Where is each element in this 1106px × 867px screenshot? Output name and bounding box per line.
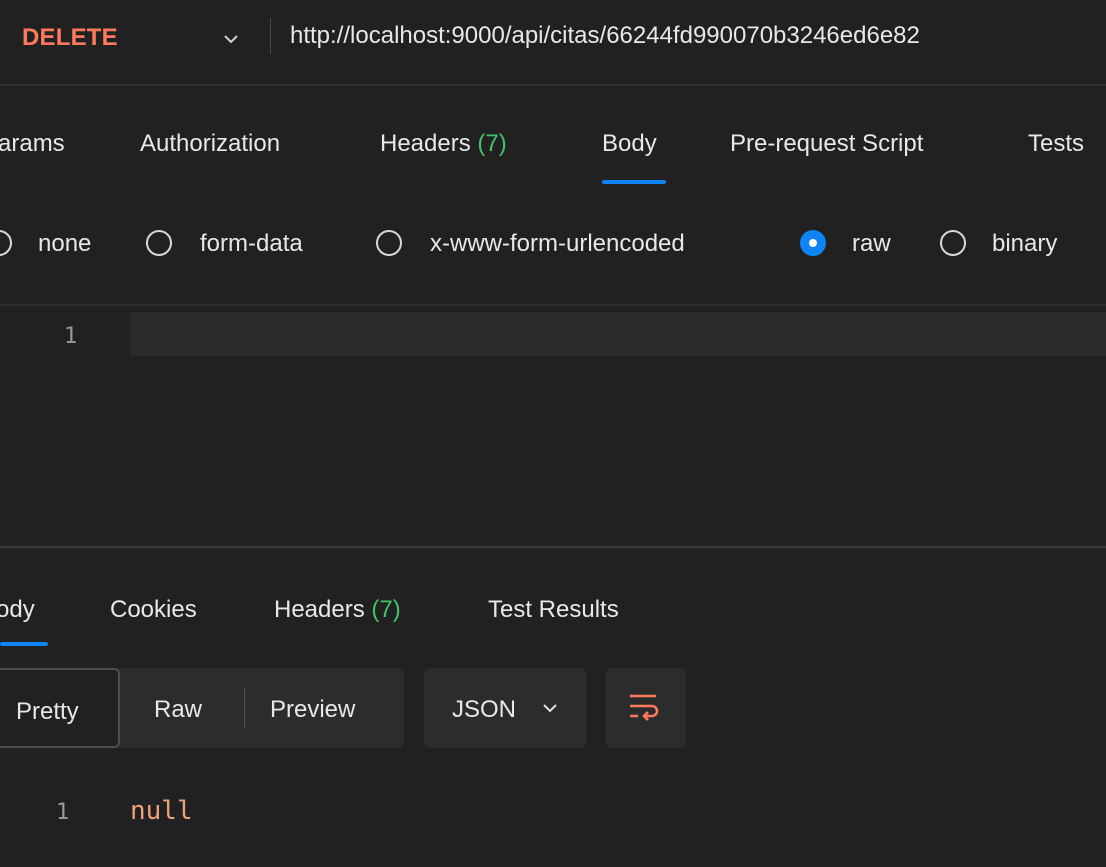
mode-pretty-button[interactable]: Pretty xyxy=(0,668,120,748)
request-body-editor[interactable]: 1 xyxy=(0,306,1106,546)
tab-label: Test Results xyxy=(488,596,619,623)
active-tab-indicator xyxy=(602,180,666,184)
method-label: DELETE xyxy=(22,24,118,51)
radio-x-www-form-urlencoded[interactable] xyxy=(376,230,402,256)
method-select[interactable]: DELETE xyxy=(22,18,262,58)
tab-test-results[interactable]: Test Results xyxy=(488,596,619,624)
active-tab-indicator xyxy=(0,642,48,646)
response-null-value: null xyxy=(130,796,193,826)
url-separator xyxy=(270,18,271,54)
format-select[interactable]: JSON xyxy=(424,668,586,748)
format-label: JSON xyxy=(452,696,517,723)
url-input[interactable]: http://localhost:9000/api/citas/66244fd9… xyxy=(290,22,920,50)
current-line-highlight xyxy=(130,312,1106,356)
radio-form-data[interactable] xyxy=(146,230,172,256)
tab-label: Tests xyxy=(1028,130,1085,157)
app-window: DELETE http://localhost:9000/api/citas/6… xyxy=(0,0,1106,867)
tab-headers[interactable]: Headers (7) xyxy=(380,130,507,158)
mode-raw-button[interactable]: Raw xyxy=(154,696,202,724)
radio-none[interactable] xyxy=(0,230,12,256)
tab-count: (7) xyxy=(371,596,401,623)
tab-params[interactable]: arams xyxy=(0,130,65,158)
wrap-lines-button[interactable] xyxy=(606,668,686,748)
radio-label-none: none xyxy=(38,230,92,257)
tab-pre-request-script[interactable]: Pre-request Script xyxy=(730,130,923,158)
tab-body[interactable]: Body xyxy=(602,130,657,158)
tab-label: Body xyxy=(602,130,657,157)
tab-cookies[interactable]: Cookies xyxy=(110,596,197,624)
chevron-down-icon xyxy=(543,704,557,713)
tab-response-body[interactable]: ody xyxy=(0,596,35,624)
radio-label-form-data: form-data xyxy=(200,230,303,257)
view-mode-control: Pretty Raw Preview xyxy=(0,668,404,748)
response-line-number: 1 xyxy=(56,800,70,825)
body-type-options: none form-data x-www-form-urlencoded raw… xyxy=(0,218,1106,278)
mode-label: Pretty xyxy=(16,698,79,725)
tab-tests[interactable]: Tests xyxy=(1028,130,1084,158)
radio-label-raw: raw xyxy=(852,230,891,257)
tab-count: (7) xyxy=(477,130,507,157)
mode-preview-button[interactable]: Preview xyxy=(270,696,355,724)
tab-label: Headers xyxy=(380,130,471,157)
tab-label: Headers xyxy=(274,596,365,623)
chevron-down-icon xyxy=(224,35,238,44)
radio-raw[interactable] xyxy=(800,230,826,256)
tab-label: Pre-request Script xyxy=(730,130,924,157)
tab-label: arams xyxy=(0,130,65,157)
radio-binary[interactable] xyxy=(940,230,966,256)
request-tabs: arams Authorization Headers (7) Body Pre… xyxy=(0,86,1106,200)
response-tabs: ody Cookies Headers (7) Test Results xyxy=(0,548,1106,648)
radio-label-binary: binary xyxy=(992,230,1058,257)
tab-label: ody xyxy=(0,596,35,623)
tab-label: Authorization xyxy=(140,130,281,157)
wrap-lines-icon xyxy=(630,694,659,721)
tab-response-headers[interactable]: Headers (7) xyxy=(274,596,401,624)
url-bar: DELETE http://localhost:9000/api/citas/6… xyxy=(0,0,1106,84)
radio-label-x-www-form-urlencoded: x-www-form-urlencoded xyxy=(430,230,685,257)
tab-label: Cookies xyxy=(110,596,197,623)
tab-authorization[interactable]: Authorization xyxy=(140,130,280,158)
line-number: 1 xyxy=(64,324,78,349)
segment-separator xyxy=(244,688,245,728)
